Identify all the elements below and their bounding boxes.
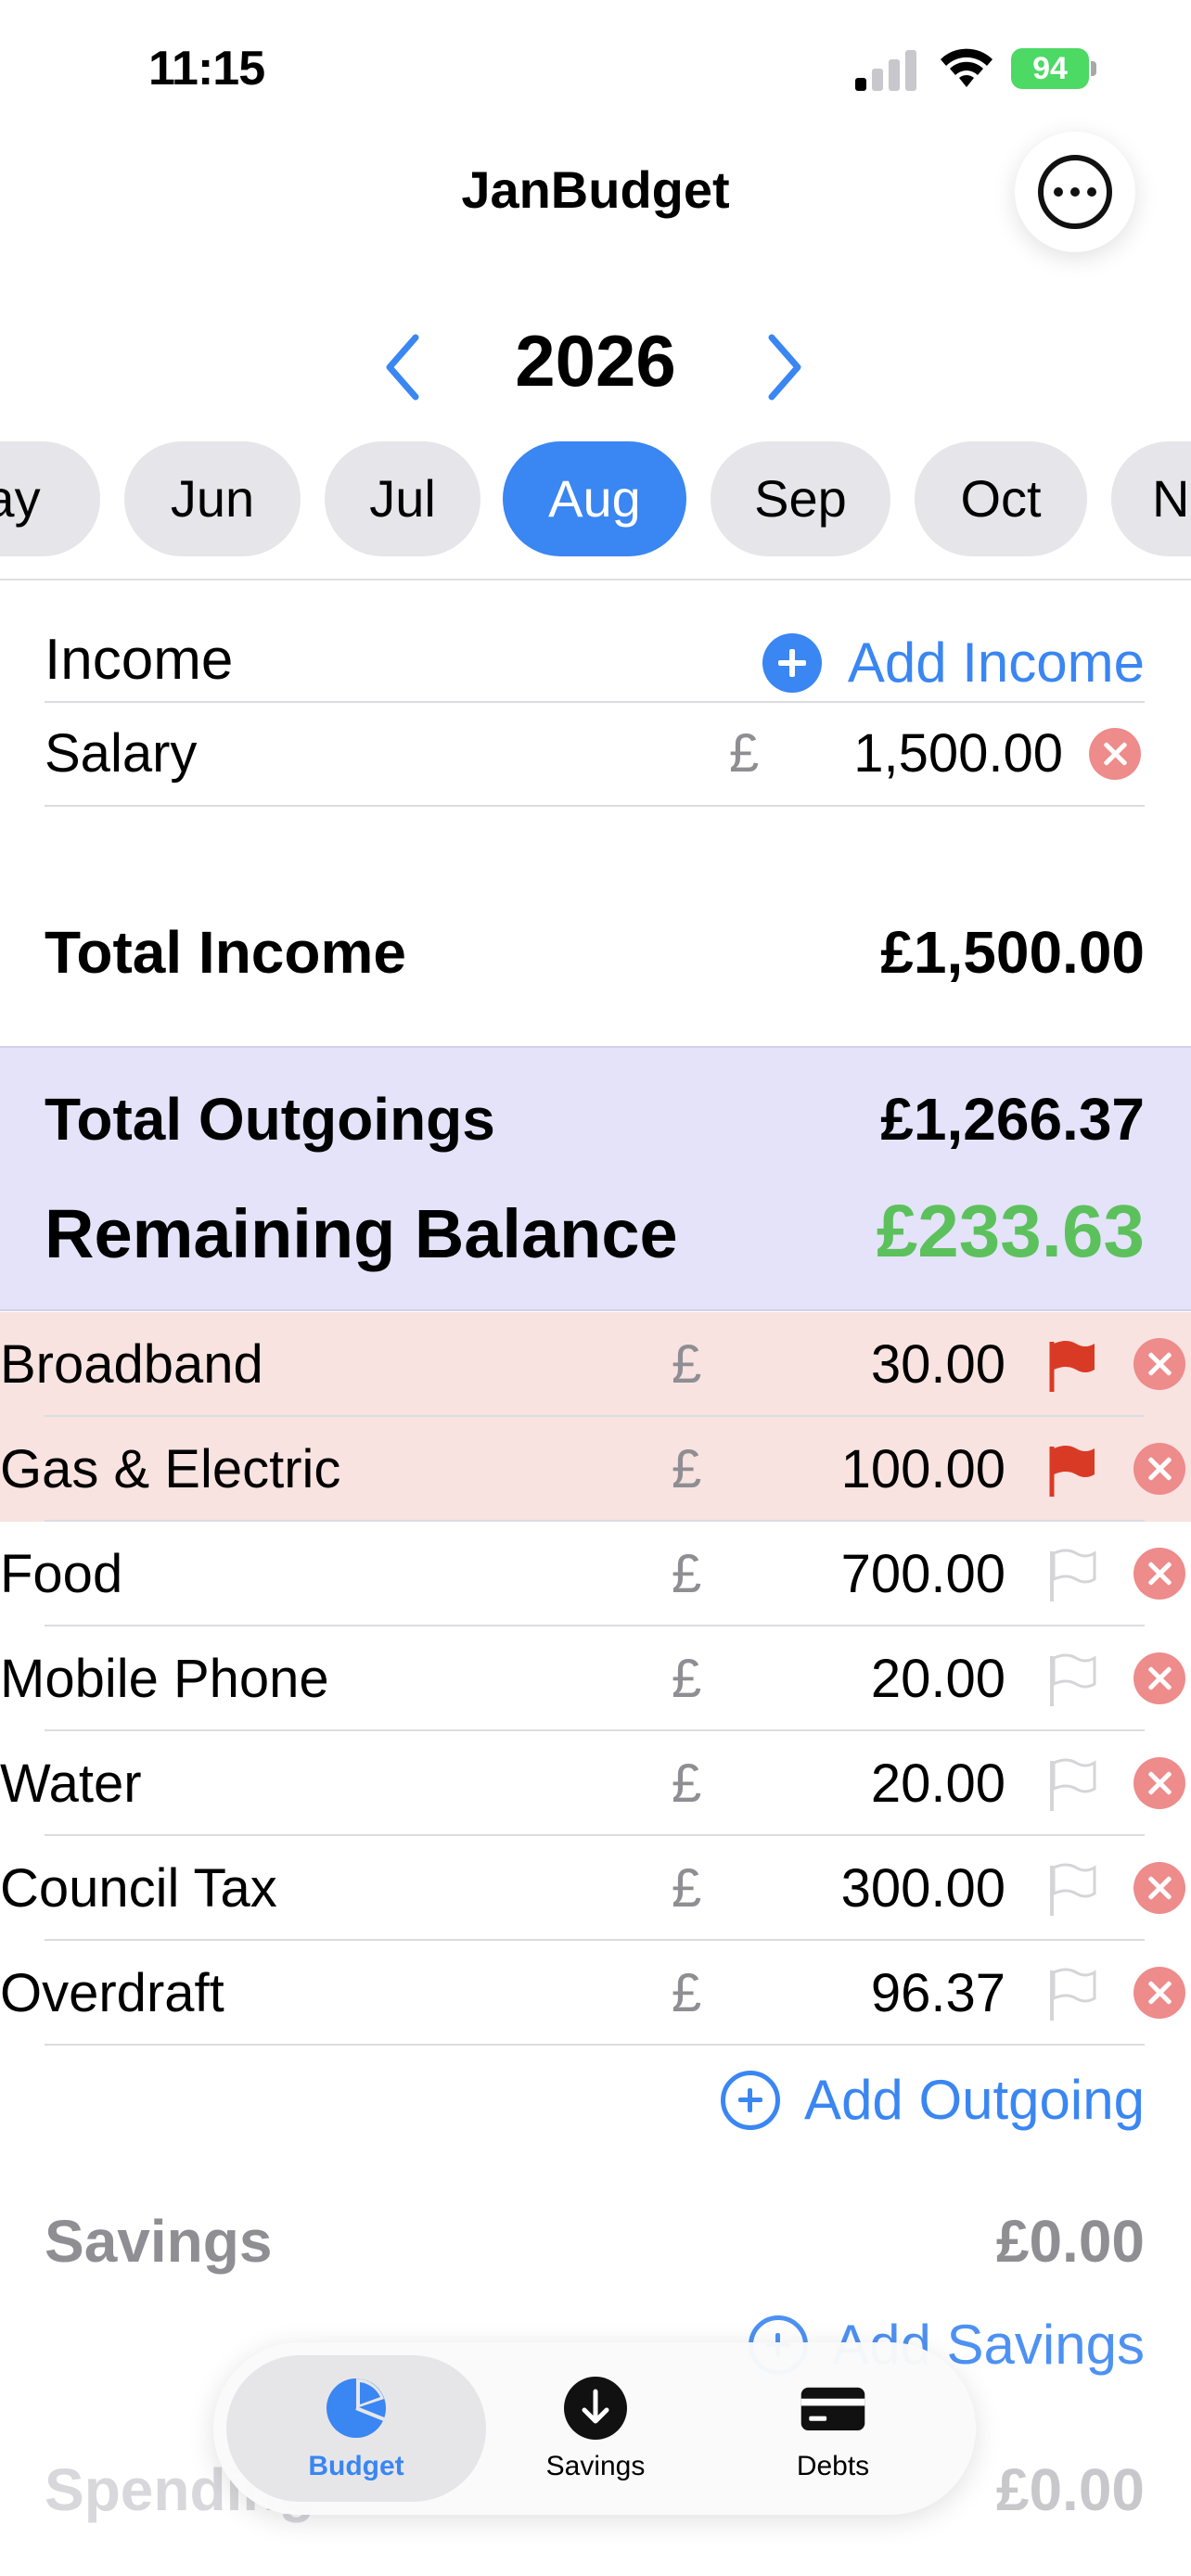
remove-icon[interactable] <box>1133 1548 1185 1600</box>
month-pill[interactable]: Oct <box>915 441 1087 556</box>
outgoing-row[interactable]: Food £ 700.00 <box>0 1522 1191 1626</box>
battery-icon: 94 <box>1011 48 1096 89</box>
remaining-balance-value: £233.63 <box>876 1190 1145 1272</box>
total-outgoings-label: Total Outgoings <box>45 1086 495 1153</box>
outgoing-item-label: Broadband <box>0 1334 263 1395</box>
total-income-value: £1,500.00 <box>880 919 1145 986</box>
year-selector: 2026 <box>0 315 1191 417</box>
tab-label: Debts <box>796 2451 870 2481</box>
next-year-chevron-icon[interactable] <box>757 330 813 404</box>
remove-icon[interactable] <box>1133 1967 1185 2019</box>
flag-outline-icon[interactable] <box>1046 1757 1098 1813</box>
flag-filled-icon[interactable] <box>1046 1338 1098 1394</box>
add-income-label: Add Income <box>847 631 1145 694</box>
income-item-label: Salary <box>45 723 198 784</box>
divider <box>0 579 1191 580</box>
month-selector: ay Jun Jul Aug Sep Oct N <box>0 441 1191 556</box>
tab-debts[interactable]: Debts <box>703 2355 963 2502</box>
month-pill[interactable]: Jun <box>124 441 301 556</box>
divider <box>45 805 1145 807</box>
tab-savings[interactable]: Savings <box>466 2355 725 2502</box>
currency-symbol: £ <box>672 1753 702 1814</box>
outgoing-item-amount[interactable]: 300.00 <box>841 1836 1005 1941</box>
outgoing-row[interactable]: Gas & Electric £ 100.00 <box>0 1417 1191 1522</box>
currency-symbol: £ <box>672 1334 702 1395</box>
total-outgoings-value: £1,266.37 <box>880 1086 1145 1153</box>
remove-icon[interactable] <box>1133 1652 1185 1704</box>
currency-symbol: £ <box>729 723 760 784</box>
pie-chart-icon <box>327 2378 386 2438</box>
status-bar: 11:15 94 <box>0 0 1191 139</box>
more-options-button[interactable] <box>1015 132 1135 252</box>
cellular-signal-icon <box>855 48 920 91</box>
outgoing-item-amount[interactable]: 700.00 <box>841 1522 1005 1626</box>
credit-card-icon <box>800 2387 865 2430</box>
currency-symbol: £ <box>672 1963 702 2023</box>
outgoing-item-label: Gas & Electric <box>0 1439 341 1499</box>
month-pill[interactable]: ay <box>0 441 100 556</box>
remove-icon[interactable] <box>1133 1338 1185 1390</box>
tab-budget[interactable]: Budget <box>226 2355 486 2502</box>
currency-symbol: £ <box>672 1649 702 1709</box>
month-pill[interactable]: Sep <box>711 441 890 556</box>
month-pill-selected[interactable]: Aug <box>503 441 686 556</box>
status-time: 11:15 <box>148 42 265 96</box>
add-outgoing-button[interactable]: Add Outgoing <box>721 2068 1145 2132</box>
remaining-balance-label: Remaining Balance <box>45 1195 678 1272</box>
total-income-label: Total Income <box>45 919 406 986</box>
currency-symbol: £ <box>672 1544 702 1604</box>
savings-label: Savings <box>45 2208 273 2275</box>
outgoing-item-amount[interactable]: 100.00 <box>841 1417 1005 1522</box>
flag-outline-icon[interactable] <box>1046 1967 1098 2022</box>
plus-circle-icon <box>762 632 822 693</box>
ellipsis-circle-icon <box>1038 155 1112 229</box>
tab-label: Budget <box>308 2451 404 2481</box>
wifi-icon <box>941 48 992 87</box>
currency-symbol: £ <box>672 1858 702 1919</box>
flag-outline-icon[interactable] <box>1046 1652 1098 1708</box>
outgoing-item-label: Council Tax <box>0 1858 277 1919</box>
outgoing-row[interactable]: Overdraft £ 96.37 <box>0 1941 1191 2046</box>
outgoing-row[interactable]: Council Tax £ 300.00 <box>0 1836 1191 1941</box>
month-pill[interactable]: Jul <box>325 441 480 556</box>
flag-outline-icon[interactable] <box>1046 1862 1098 1918</box>
spending-value: £0.00 <box>995 2456 1145 2523</box>
flag-filled-icon[interactable] <box>1046 1443 1098 1498</box>
income-item-amount[interactable]: 1,500.00 <box>853 703 1063 805</box>
currency-symbol: £ <box>672 1439 702 1499</box>
outgoing-item-amount[interactable]: 30.00 <box>871 1312 1005 1417</box>
remove-icon[interactable] <box>1133 1757 1185 1809</box>
app-title: JanBudget <box>461 160 730 219</box>
outgoing-item-label: Water <box>0 1753 142 1814</box>
flag-outline-icon[interactable] <box>1046 1548 1098 1603</box>
outgoing-item-label: Food <box>0 1544 123 1604</box>
remove-icon[interactable] <box>1089 728 1141 780</box>
balance-summary: Total Outgoings £1,266.37 Remaining Bala… <box>0 1046 1191 1311</box>
tab-label: Savings <box>545 2451 646 2481</box>
outgoing-item-amount[interactable]: 20.00 <box>871 1626 1005 1731</box>
remove-icon[interactable] <box>1133 1443 1185 1495</box>
year-label: 2026 <box>515 320 676 402</box>
outgoing-item-label: Mobile Phone <box>0 1649 329 1709</box>
income-row[interactable]: Salary £ 1,500.00 <box>0 703 1191 805</box>
arrow-down-circle-icon <box>564 2377 627 2440</box>
add-outgoing-label: Add Outgoing <box>804 2069 1145 2131</box>
outgoing-row[interactable]: Mobile Phone £ 20.00 <box>0 1626 1191 1731</box>
outgoing-row[interactable]: Water £ 20.00 <box>0 1731 1191 1836</box>
month-pill[interactable]: N <box>1111 441 1191 556</box>
outgoing-item-amount[interactable]: 96.37 <box>871 1941 1005 2046</box>
tab-bar: Budget Savings Debts <box>213 2342 976 2515</box>
add-income-button[interactable]: Add Income <box>762 631 1145 695</box>
outgoing-item-amount[interactable]: 20.00 <box>871 1731 1005 1836</box>
outgoing-row[interactable]: Broadband £ 30.00 <box>0 1312 1191 1417</box>
income-heading: Income <box>45 628 234 692</box>
savings-value: £0.00 <box>995 2208 1145 2275</box>
remove-icon[interactable] <box>1133 1862 1185 1914</box>
plus-circle-icon <box>721 2070 781 2130</box>
battery-level: 94 <box>1011 48 1089 89</box>
outgoing-item-label: Overdraft <box>0 1963 224 2023</box>
